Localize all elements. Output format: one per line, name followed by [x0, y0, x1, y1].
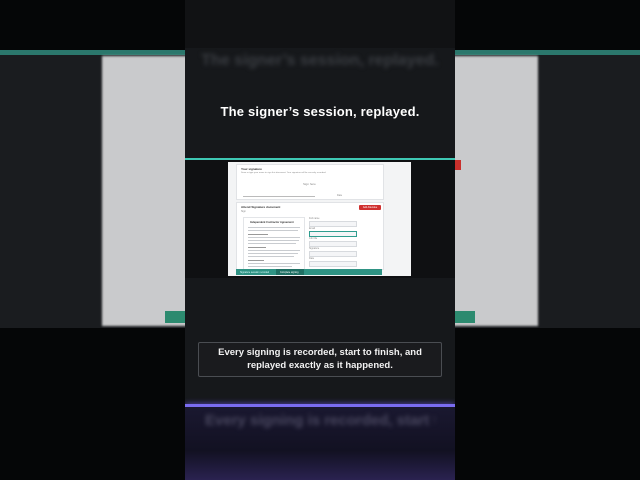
field-label-name: Full name	[309, 217, 320, 220]
field-label-signature: Signature	[309, 247, 320, 250]
background-green-button-right	[455, 311, 475, 323]
video-frame: The signer’s session, replayed. The sign…	[185, 0, 455, 480]
text-line	[248, 256, 294, 257]
signature-title: Your signature	[241, 167, 262, 171]
field-label-date: Date	[309, 257, 315, 260]
field-label-email: Email	[309, 227, 315, 230]
agreement-preview: Independent Contractor Agreement	[243, 217, 305, 275]
text-line	[248, 266, 292, 267]
signature-date-label: Date	[337, 194, 343, 197]
caption-box: Every signing is recorded, start to fini…	[198, 342, 442, 377]
full-name-field[interactable]	[309, 221, 357, 227]
ghost-caption-bottom: Every signing is recorded, start to fini…	[205, 412, 435, 428]
text-line	[248, 237, 300, 238]
text-line	[248, 243, 296, 244]
document-title: Attend Signature document	[241, 205, 281, 209]
document-screenshot: Your signature Draw or type your name to…	[228, 162, 411, 276]
text-line	[248, 227, 300, 228]
session-recorded-label: Signature session recorded	[240, 270, 270, 274]
text-line	[248, 230, 298, 231]
background-green-button-left	[165, 311, 187, 323]
text-line	[248, 240, 299, 241]
video-top-bar	[185, 0, 455, 48]
field-label-title: Job title	[309, 237, 318, 240]
date-field[interactable]	[309, 261, 357, 267]
video-heading: The signer’s session, replayed.	[220, 104, 420, 119]
bottom-action-bar: Signature session recorded	[236, 269, 382, 275]
signature-field[interactable]	[309, 251, 357, 257]
signature-placeholder[interactable]: Sign here	[303, 182, 316, 187]
ghost-heading-top: The signer’s session, replayed.	[201, 52, 439, 69]
complete-signing-label: Complete signing	[280, 270, 299, 274]
video-caption: Every signing is recorded, start to fini…	[218, 347, 422, 371]
text-line	[248, 263, 300, 264]
document-subtitle: Sign	[241, 210, 246, 213]
signature-line	[243, 196, 315, 197]
section-heading-line	[248, 260, 264, 261]
signature-card: Your signature Draw or type your name to…	[236, 164, 384, 200]
signature-subtitle: Draw or type your name to sign this docu…	[241, 172, 327, 174]
background-red-button	[455, 160, 461, 170]
section-heading-line	[248, 234, 268, 235]
text-line	[248, 253, 298, 254]
text-line	[248, 250, 300, 251]
job-title-field[interactable]	[309, 241, 357, 247]
document-card: Attend Signature document Sign Add Atten…	[236, 202, 384, 275]
agreement-title: Independent Contractor Agreement	[250, 221, 294, 224]
add-signers-button[interactable]: Add Attendee Signers	[359, 205, 381, 214]
complete-signing-button[interactable]: Complete signing	[276, 269, 304, 275]
email-field[interactable]	[309, 231, 357, 237]
section-heading-line	[248, 247, 266, 248]
